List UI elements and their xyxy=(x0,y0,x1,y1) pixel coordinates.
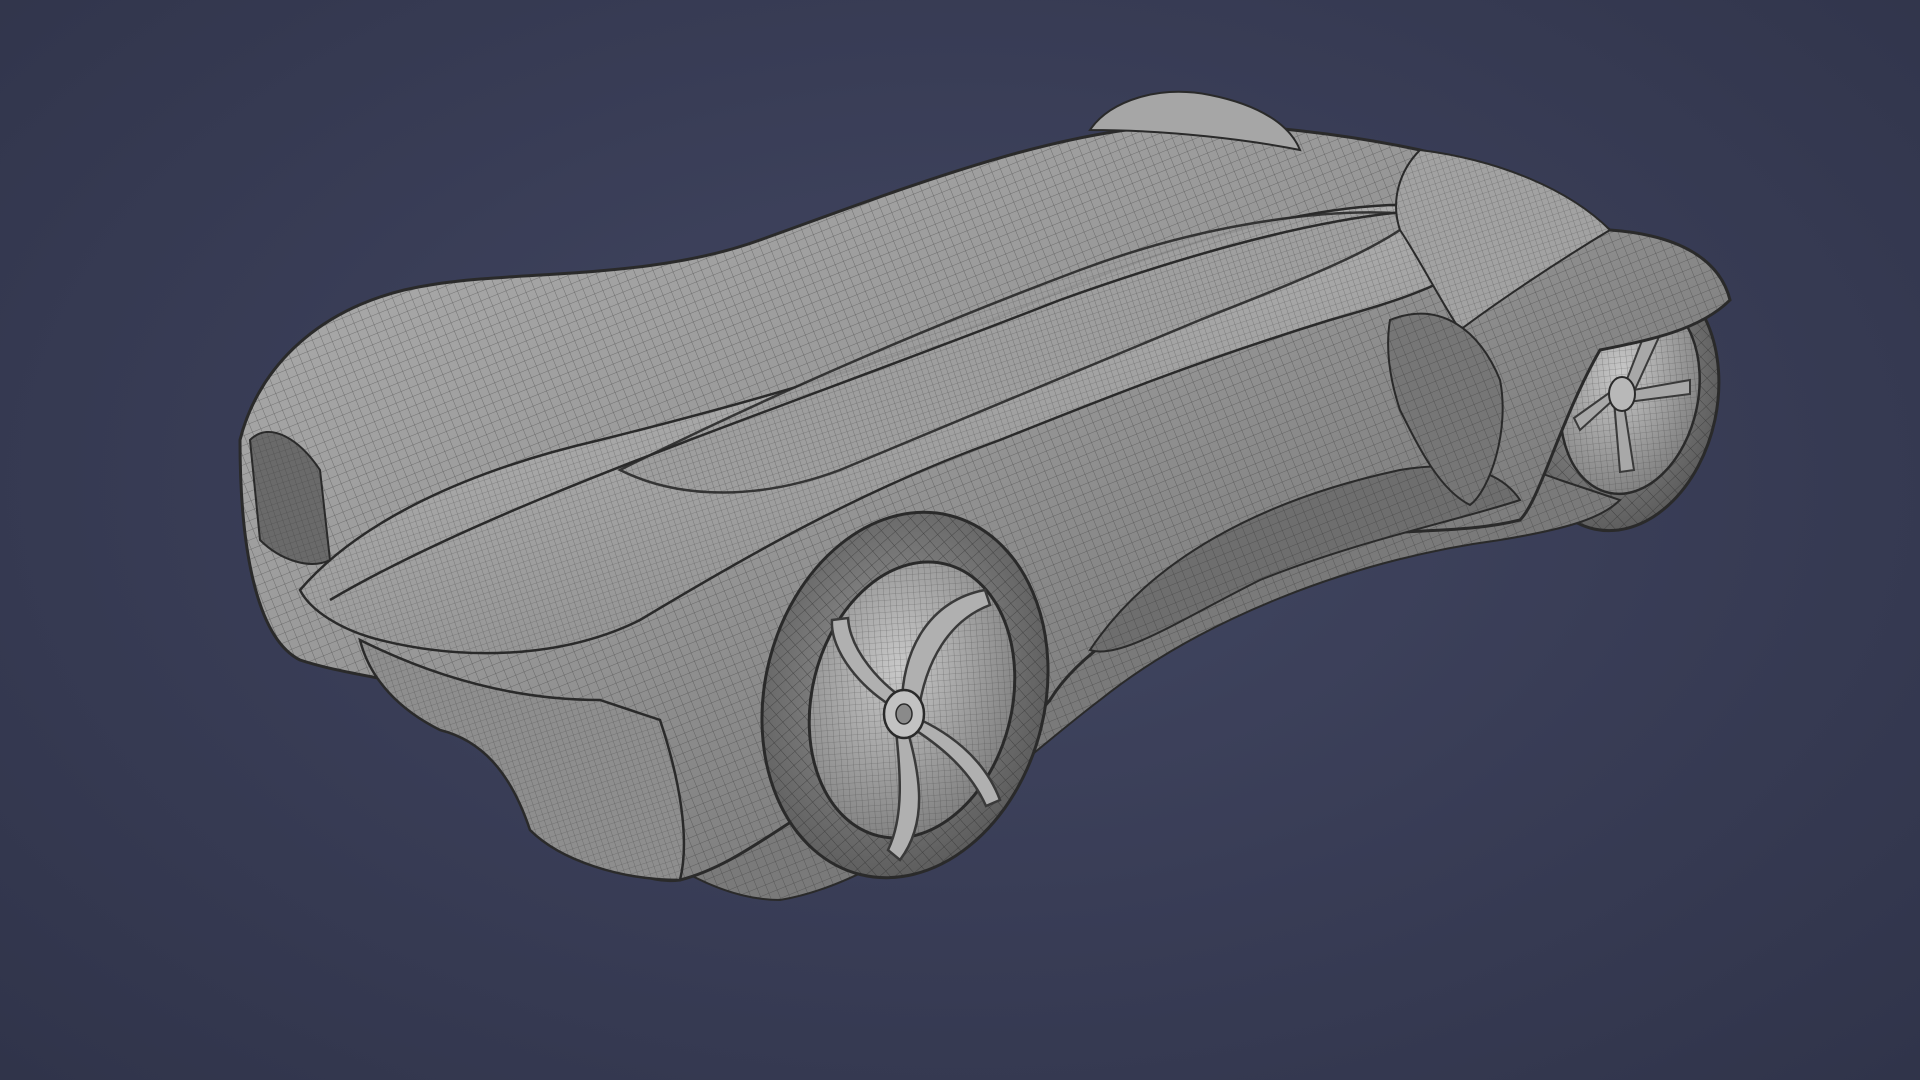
car-mesh-render xyxy=(238,91,1732,902)
3d-viewport[interactable] xyxy=(0,0,1920,1080)
